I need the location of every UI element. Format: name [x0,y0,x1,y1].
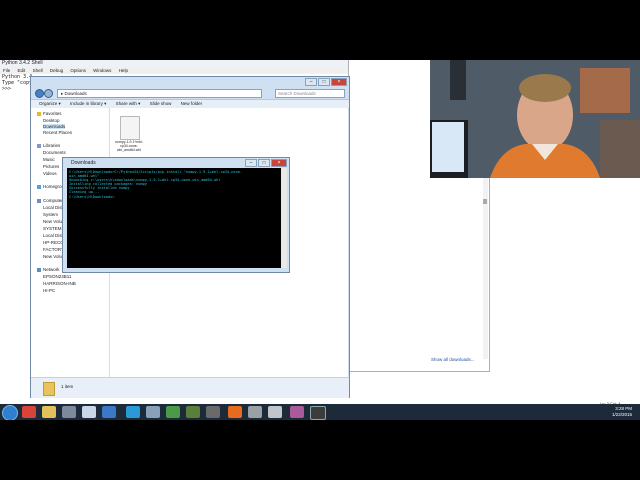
python-shell-title: Python 3.4.2 Shell [2,60,43,66]
nav-item-pictures[interactable]: Pictures [43,164,59,169]
star-icon [37,111,41,116]
minimize-button[interactable]: – [245,159,257,167]
clock[interactable]: 3:28 PM 1/22/2015 [612,406,632,417]
nav-drive[interactable]: SYSTEM [43,226,62,231]
nav-drive[interactable]: Local Disk [43,233,64,238]
nav-item-recent-places[interactable]: Recent Places [43,130,72,135]
nav-item-documents[interactable]: Documents [43,150,66,155]
nav-computer-header[interactable]: Computer [37,198,63,203]
menu-debug[interactable]: Debug [50,68,63,73]
chrome-icon[interactable] [22,406,36,418]
downloads-scroll-thumb[interactable] [483,199,487,204]
cmd-scrollbar[interactable] [281,168,287,268]
clock-date: 1/22/2015 [611,411,632,417]
show-all-downloads-link[interactable]: Show all downloads... [431,357,475,362]
menu-options[interactable]: Options [70,68,86,73]
taskbar: 3:28 PM 1/22/2015 [0,404,640,420]
file-name-label[interactable]: numpy-1.9.1+mkl-cp34-none-win_amd64.whl [114,140,144,152]
webcam-overlay [430,60,640,178]
nav-favorites-header[interactable]: Favorites [37,111,62,116]
menu-help[interactable]: Help [119,68,128,73]
explorer-window-controls: – □ × [304,78,347,86]
nav-item-desktop[interactable]: Desktop [43,118,60,123]
back-button[interactable] [35,89,44,98]
app-icon[interactable] [206,406,220,418]
document-icon[interactable] [82,406,96,418]
menu-file[interactable]: File [3,68,10,73]
menu-shell[interactable]: Shell [33,68,43,73]
nav-network-item[interactable]: HARRISON-INB [43,281,76,286]
close-button[interactable]: × [331,78,347,86]
nav-libraries-header[interactable]: Libraries [37,143,60,148]
maximize-button[interactable]: □ [258,159,270,167]
close-button[interactable]: × [271,159,287,167]
search-input[interactable]: Search Downloads [275,89,345,98]
cmd-console[interactable]: C:\Users\H\Downloads>C:/Python34/Scripts… [67,168,281,268]
app-icon[interactable] [146,406,160,418]
media-icon[interactable] [62,406,76,418]
start-button[interactable] [2,405,18,420]
nav-drive[interactable]: Local Disk [43,205,64,210]
explorer-address-row: ▸ Downloads Search Downloads [35,89,345,98]
excel-icon[interactable] [166,406,180,418]
webcam-person-image [430,60,640,178]
menu-edit[interactable]: Edit [18,68,26,73]
share-with-button[interactable]: Share with ▾ [116,101,141,106]
cmd-window-controls: – □ × [244,159,287,167]
folder-icon [43,382,55,396]
app-icon[interactable] [268,406,282,418]
new-folder-button[interactable]: New folder [181,101,203,106]
folder-taskbar-icon[interactable] [42,406,56,418]
whl-file-icon[interactable] [120,116,140,140]
minimize-button[interactable]: – [305,78,317,86]
nav-network-header[interactable]: Network [37,267,60,272]
menu-windows[interactable]: Windows [93,68,111,73]
nav-network-item[interactable]: HI-PC [43,288,55,293]
clock-time: 3:28 PM [615,406,632,411]
explorer-details-pane: 1 item [31,377,349,398]
address-path: Downloads [64,91,87,96]
nav-item-music[interactable]: Music [43,157,55,162]
nav-item-downloads[interactable]: Downloads [43,124,66,129]
forward-button[interactable] [44,89,53,98]
nav-item-videos[interactable]: Videos [43,171,57,176]
library-icon [37,143,41,148]
desktop-screen: Python 3.4.2 Shell File Edit Shell Debug… [0,60,640,420]
app-icon[interactable] [186,406,200,418]
command-prompt-window: Downloads – □ × C:\Users\H\Downloads>C:/Py… [62,157,290,273]
address-bar[interactable]: ▸ Downloads [57,89,262,98]
app-icon[interactable] [248,406,262,418]
item-count: 1 item [61,384,74,389]
nav-drive[interactable]: System [43,212,58,217]
maximize-button[interactable]: □ [318,78,330,86]
computer-icon [37,198,41,203]
homegroup-icon [37,184,41,189]
app-icon[interactable] [102,406,116,418]
cmd-title[interactable]: Downloads [71,160,96,166]
slide-show-button[interactable]: Slide show [150,101,172,106]
nav-drive[interactable]: FACTORY [43,247,64,252]
skype-icon[interactable] [126,406,140,418]
console-prompt: C:\Users\H\Downloads> [69,194,115,199]
nav-network-item[interactable]: EPSON23B11 [43,274,71,279]
explorer-titlebar[interactable]: – □ × [31,77,349,87]
organize-button[interactable]: Organize ▾ [39,101,61,106]
include-in-library-button[interactable]: Include in library ▾ [70,101,106,106]
cmd-taskbar-icon[interactable] [310,406,326,420]
firefox-icon[interactable] [228,406,242,418]
network-icon [37,267,41,272]
app-icon[interactable] [290,406,304,418]
